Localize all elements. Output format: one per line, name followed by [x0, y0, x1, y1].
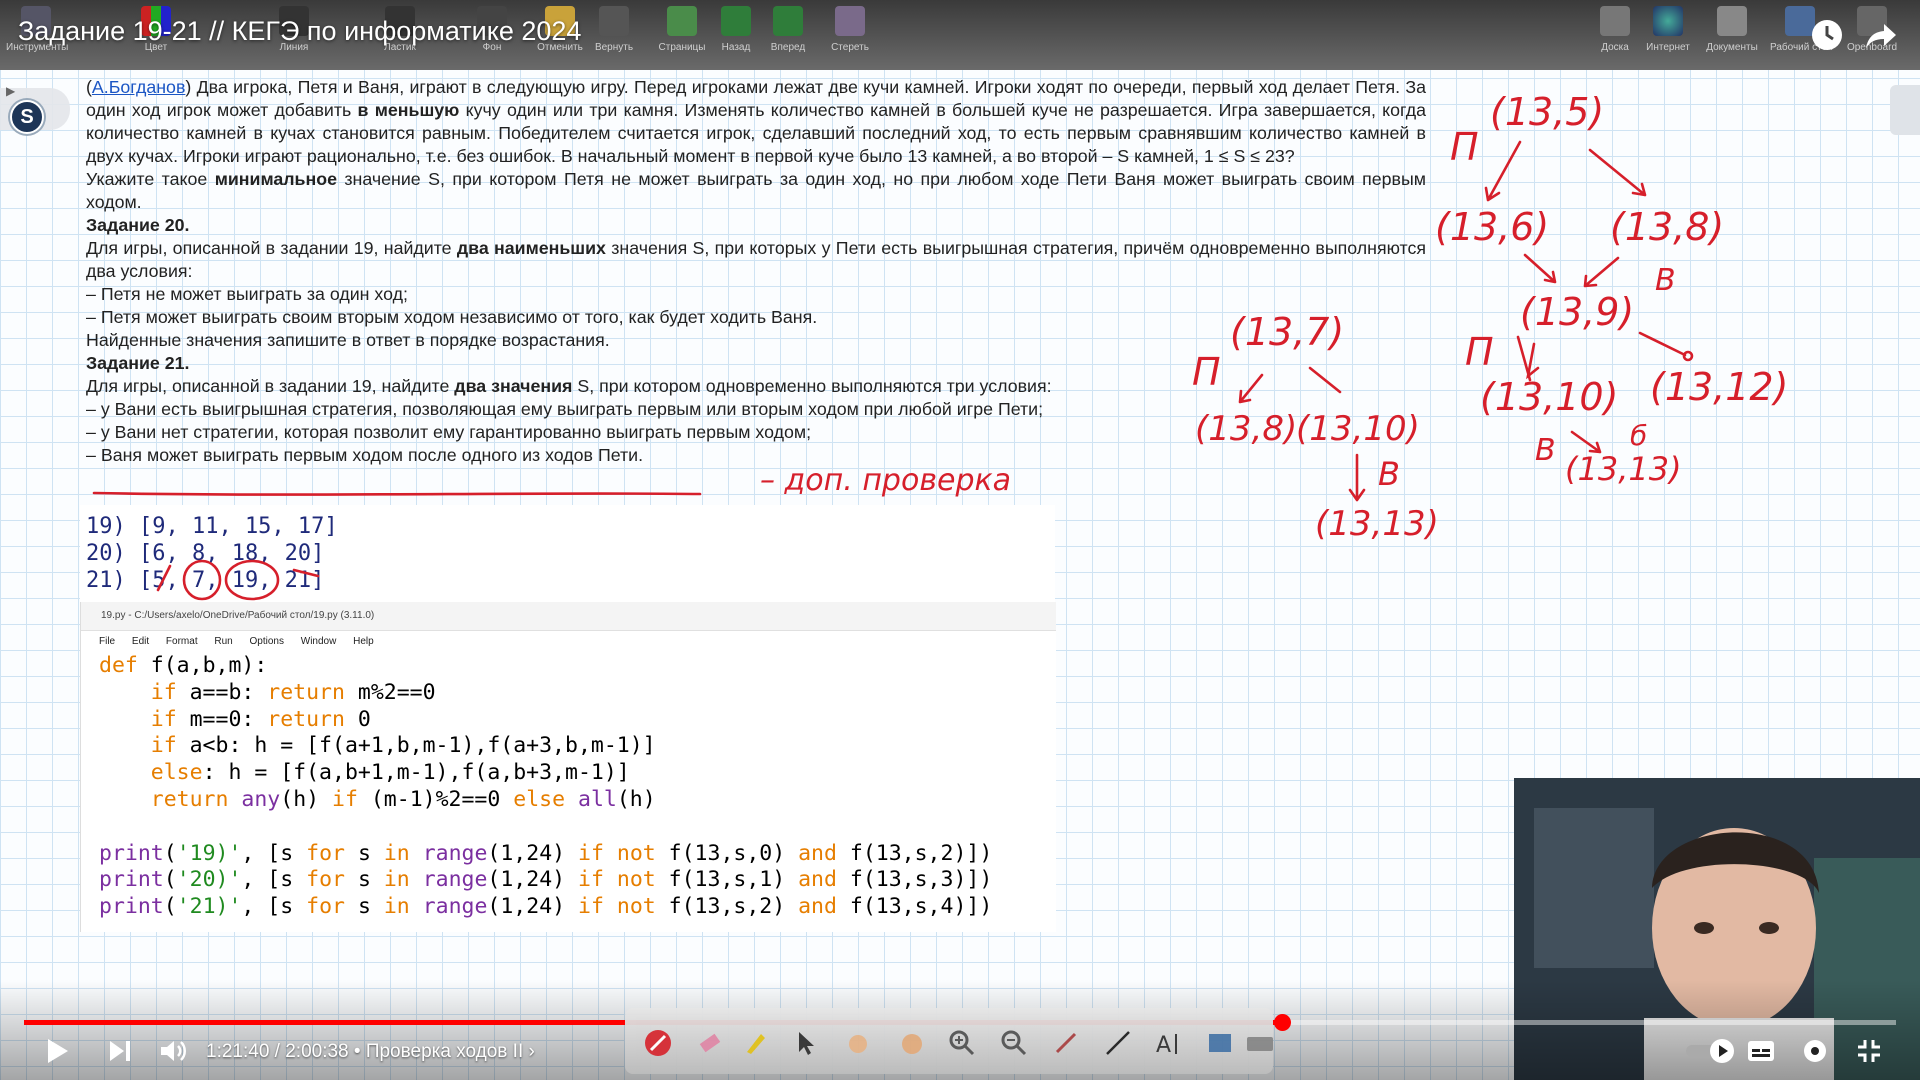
pointer-hand-icon[interactable]	[843, 1028, 873, 1058]
tree1-b2: б	[1630, 419, 1647, 452]
eraser-tool-icon[interactable]	[695, 1028, 725, 1058]
chapter-title[interactable]: • Проверка ходов II ›	[354, 1041, 535, 1062]
arrow-10-13	[1348, 453, 1366, 502]
tree1-p2: П	[1465, 330, 1494, 374]
tree2-13-13: (13,13)	[1315, 504, 1439, 544]
text-tool-icon[interactable]: A	[1153, 1028, 1183, 1058]
strike-5	[156, 564, 172, 592]
tree1-root: (13,5)	[1490, 90, 1604, 134]
svg-text:A: A	[1156, 1033, 1171, 1058]
play-icon[interactable]	[44, 1036, 72, 1066]
hand-pan-icon[interactable]	[897, 1028, 927, 1058]
cursor-icon[interactable]	[791, 1028, 821, 1058]
tree1-13-8: (13,8)	[1610, 205, 1724, 249]
time-value: 1:21:40 / 2:00:38	[206, 1041, 349, 1062]
annotation-dop-check: – доп. проверка	[760, 463, 1011, 498]
time-display: 1:21:40 / 2:00:38 • Проверка ходов II ›	[206, 1041, 535, 1063]
capture-icon[interactable]	[1205, 1028, 1235, 1058]
line-tool-icon[interactable]	[1103, 1028, 1133, 1058]
tree2-p: П	[1192, 350, 1221, 394]
autoplay-toggle-icon[interactable]	[1684, 1036, 1736, 1066]
next-icon[interactable]	[106, 1036, 134, 1066]
tree1-13-10: (13,10)	[1480, 375, 1618, 419]
settings-gear-icon[interactable]	[1800, 1036, 1830, 1066]
laser-icon[interactable]	[1051, 1028, 1081, 1058]
volume-icon[interactable]	[158, 1036, 188, 1066]
circle-19	[224, 559, 280, 601]
arrow-6-9	[1523, 253, 1557, 284]
arrow-10-13	[1570, 430, 1602, 454]
arrow-9-10b	[1526, 342, 1540, 380]
arrow-9-12-head	[1682, 350, 1694, 362]
pen-toolbar: A	[625, 1008, 1273, 1074]
arrow-7-10	[1308, 366, 1342, 394]
tree1-p1: П	[1450, 125, 1479, 169]
tree2-v: В	[1378, 455, 1400, 493]
arrow-9-12	[1638, 331, 1687, 357]
underline-stroke	[92, 491, 702, 496]
subtitles-icon[interactable]	[1746, 1036, 1776, 1066]
exit-fullscreen-icon[interactable]	[1854, 1036, 1884, 1066]
zoom-out-icon[interactable]	[999, 1028, 1029, 1058]
circle-7	[182, 559, 222, 601]
tree2-13-8: (13,8)	[1195, 409, 1297, 449]
arrow-8-9	[1583, 256, 1620, 288]
tree2-root: (13,7)	[1230, 310, 1344, 354]
red-pen-icon[interactable]	[643, 1028, 673, 1058]
arrow-root-right	[1588, 148, 1647, 197]
tree2-13-10: (13,10)	[1296, 409, 1420, 449]
arrow-root-left	[1484, 140, 1522, 202]
tree1-v1: В	[1655, 263, 1676, 298]
progress-scrubber[interactable]	[1273, 1014, 1291, 1031]
tree1-13-9: (13,9)	[1520, 290, 1634, 334]
keyboard-icon[interactable]	[1245, 1028, 1275, 1058]
tree1-v2: В	[1535, 433, 1556, 468]
tree1-13-13: (13,13)	[1565, 450, 1682, 488]
arrow-7-8	[1238, 373, 1264, 404]
tree1-13-12: (13,12)	[1650, 365, 1788, 409]
tree1-13-6: (13,6)	[1435, 205, 1549, 249]
zoom-in-icon[interactable]	[947, 1028, 977, 1058]
strike-21	[292, 568, 320, 578]
highlighter-icon[interactable]	[741, 1028, 771, 1058]
